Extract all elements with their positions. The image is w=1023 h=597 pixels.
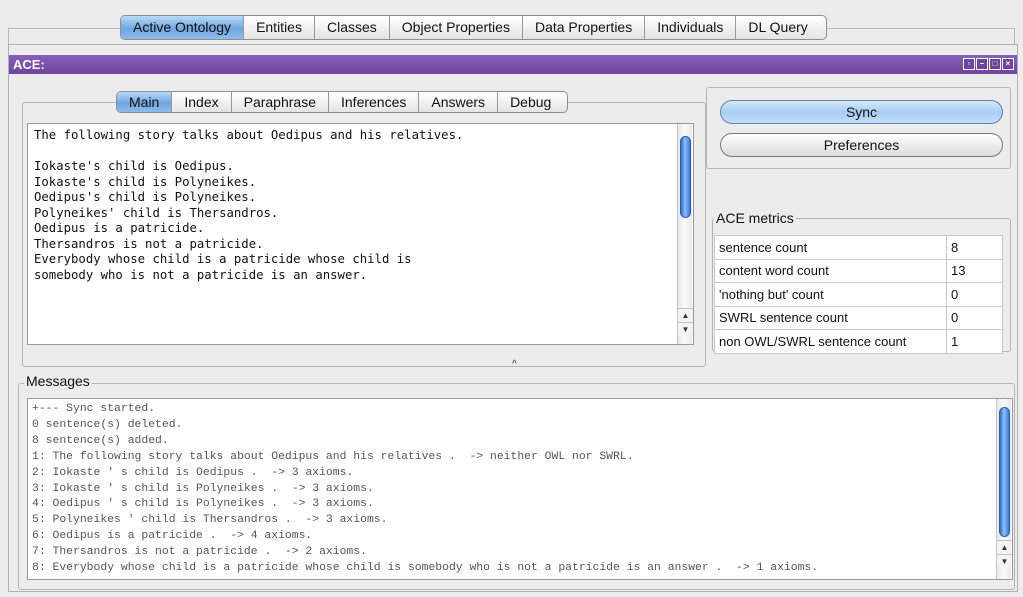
tab-dl-query[interactable]: DL Query <box>736 16 825 39</box>
metrics-row: content word count 13 <box>714 258 1003 283</box>
metrics-row: sentence count 8 <box>714 235 1003 260</box>
tab-data-properties[interactable]: Data Properties <box>523 16 646 39</box>
message-line: 5: Polyneikes ' child is Thersandros . -… <box>32 514 388 527</box>
metrics-row: SWRL sentence count 0 <box>714 305 1003 330</box>
metric-value: 8 <box>946 235 1003 260</box>
tab-individuals[interactable]: Individuals <box>645 16 737 39</box>
metrics-row: non OWL/SWRL sentence count 1 <box>714 329 1003 354</box>
workspace-tabs: Active Ontology Entities Classes Object Pro… <box>120 15 827 40</box>
view-window-buttons: ▫ – □ × <box>963 58 1014 70</box>
metric-label: sentence count <box>714 235 947 260</box>
metrics-table: sentence count 8 content word count 13'noth… <box>714 235 1003 354</box>
scroll-down-arrow-icon[interactable]: ▼ <box>678 322 693 335</box>
top-tab-strip: Active Ontology Entities Classes Object Pro… <box>0 0 1023 44</box>
metric-value: 0 <box>946 282 1003 307</box>
metric-label: 'nothing but' count <box>714 282 947 307</box>
message-line: 2: Iokaste ' s child is Oedipus . -> 3 a… <box>32 466 354 479</box>
message-line: 4: Oedipus ' s child is Polyneikes . -> … <box>32 498 374 511</box>
tab-inferences[interactable]: Inferences <box>329 92 420 112</box>
tab-entities[interactable]: Entities <box>244 16 315 39</box>
editor-scrollbar[interactable]: ▲ ▼ <box>677 124 693 344</box>
view-titlebar: ACE: ▫ – □ × <box>9 55 1017 74</box>
message-line: 0 sentence(s) deleted. <box>32 418 183 431</box>
messages-scroll-thumb[interactable] <box>999 407 1010 537</box>
tab-paraphrase[interactable]: Paraphrase <box>232 92 329 112</box>
tab-classes[interactable]: Classes <box>315 16 390 39</box>
metric-label: non OWL/SWRL sentence count <box>714 329 947 354</box>
tab-debug[interactable]: Debug <box>498 92 567 112</box>
tab-object-properties[interactable]: Object Properties <box>390 16 523 39</box>
float-icon[interactable]: ▫ <box>963 58 975 70</box>
message-line: 8: Everybody whose child is a patricide … <box>32 562 819 575</box>
maximize-icon[interactable]: □ <box>989 58 1001 70</box>
close-icon[interactable]: × <box>1002 58 1014 70</box>
message-line: 3: Iokaste ' s child is Polyneikes . -> … <box>32 482 374 495</box>
preferences-button[interactable]: Preferences <box>720 133 1003 157</box>
message-line: 8 sentence(s) added. <box>32 434 169 447</box>
tab-index[interactable]: Index <box>172 92 232 112</box>
editor-scroll-thumb[interactable] <box>680 136 691 218</box>
ace-text-editor[interactable]: The following story talks about Oedipus … <box>27 123 694 345</box>
messages-title: Messages <box>24 373 92 389</box>
metric-value: 1 <box>946 329 1003 354</box>
tab-answers[interactable]: Answers <box>419 92 499 112</box>
splitter-caret-icon[interactable]: ^ <box>512 359 517 370</box>
scroll-down-arrow-icon[interactable]: ▼ <box>997 554 1012 567</box>
view-title: ACE: <box>13 57 45 72</box>
message-line: 1: The following story talks about Oedip… <box>32 450 634 463</box>
metrics-title: ACE metrics <box>714 210 796 226</box>
metric-value: 0 <box>946 305 1003 330</box>
tab-active-ontology[interactable]: Active Ontology <box>121 16 245 39</box>
metric-label: SWRL sentence count <box>714 305 947 330</box>
editor-tabs: Main Index Paraphrase Inferences Answers Debu… <box>116 91 569 113</box>
scroll-up-arrow-icon[interactable]: ▲ <box>678 308 693 321</box>
metric-value: 13 <box>946 258 1003 283</box>
minimize-icon[interactable]: – <box>976 58 988 70</box>
frame-right <box>1014 28 1015 44</box>
scroll-up-arrow-icon[interactable]: ▲ <box>997 540 1012 553</box>
messages-scrollbar[interactable]: ▲ ▼ <box>996 399 1012 579</box>
message-line: +--- Sync started. <box>32 403 156 415</box>
metrics-row: 'nothing but' count 0 <box>714 282 1003 307</box>
message-line: 7: Thersandros is not a patricide . -> 2… <box>32 546 367 559</box>
sync-button[interactable]: Sync <box>720 100 1003 124</box>
metric-label: content word count <box>714 258 947 283</box>
tab-main[interactable]: Main <box>117 92 173 112</box>
message-line: 6: Oedipus is a patricide . -> 4 axioms. <box>32 530 313 543</box>
messages-log[interactable]: +--- Sync started. 0 sentence(s) deleted.… <box>27 398 1013 580</box>
frame-left <box>8 28 9 44</box>
